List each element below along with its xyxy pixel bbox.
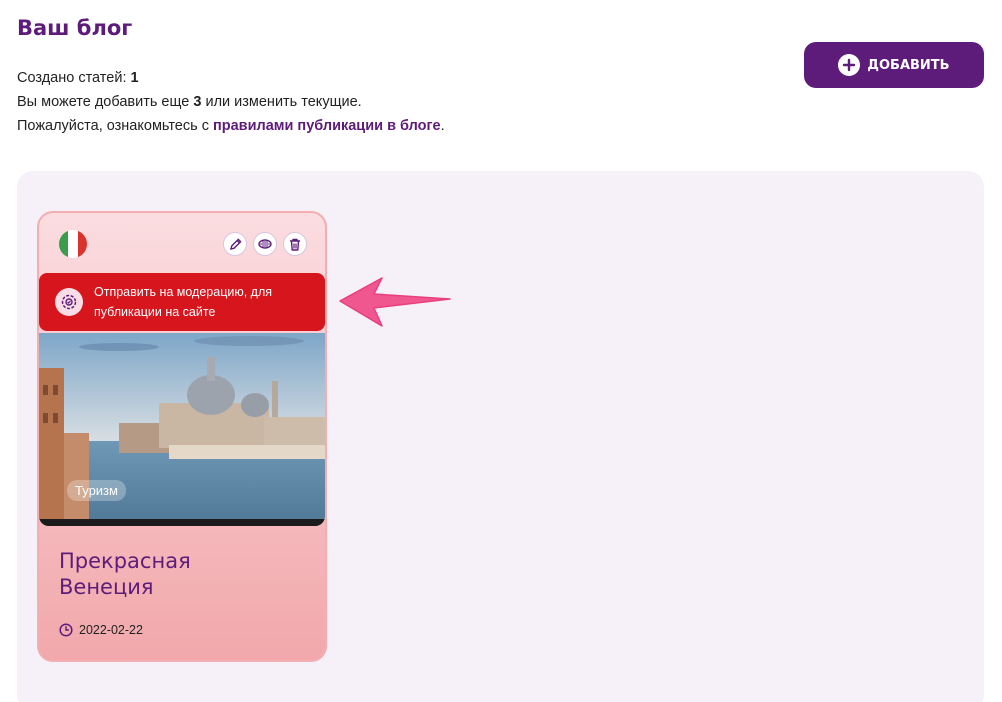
card-actions bbox=[223, 232, 307, 256]
pointer-arrow-icon bbox=[339, 277, 451, 327]
send-to-moderation-button[interactable]: Отправить на модерацию, для публикации н… bbox=[39, 273, 325, 331]
article-image[interactable]: Туризм bbox=[39, 333, 325, 526]
moderation-gear-icon bbox=[55, 288, 83, 316]
edit-icon[interactable] bbox=[223, 232, 247, 256]
article-card[interactable]: Отправить на модерацию, для публикации н… bbox=[37, 211, 327, 662]
articles-created-line: Создано статей: 1 bbox=[17, 70, 139, 86]
article-title[interactable]: Прекрасная Венеция bbox=[59, 548, 259, 600]
clock-icon bbox=[59, 623, 73, 637]
page-title: Ваш блог bbox=[17, 16, 133, 40]
blog-info: Создано статей: 1 Вы можете добавить еще… bbox=[17, 66, 445, 138]
italy-flag-icon bbox=[59, 230, 87, 258]
moderation-text: Отправить на модерацию, для публикации н… bbox=[94, 285, 273, 319]
date-text: 2022-02-22 bbox=[79, 623, 143, 637]
publication-rules-link[interactable]: правилами публикации в блоге bbox=[213, 118, 441, 134]
add-button-label: ДОБАВИТЬ bbox=[867, 57, 950, 73]
category-tag: Туризм bbox=[67, 480, 126, 501]
add-article-button[interactable]: ДОБАВИТЬ bbox=[804, 42, 984, 88]
can-add-line: Вы можете добавить еще 3 или изменить те… bbox=[17, 94, 362, 110]
article-date: 2022-02-22 bbox=[59, 623, 143, 637]
preview-icon[interactable] bbox=[253, 232, 277, 256]
rules-line: Пожалуйста, ознакомьтесь с правилами пуб… bbox=[17, 118, 445, 134]
articles-created-count: 1 bbox=[130, 70, 139, 86]
plus-circle-icon bbox=[838, 54, 861, 76]
trash-icon[interactable] bbox=[283, 232, 307, 256]
